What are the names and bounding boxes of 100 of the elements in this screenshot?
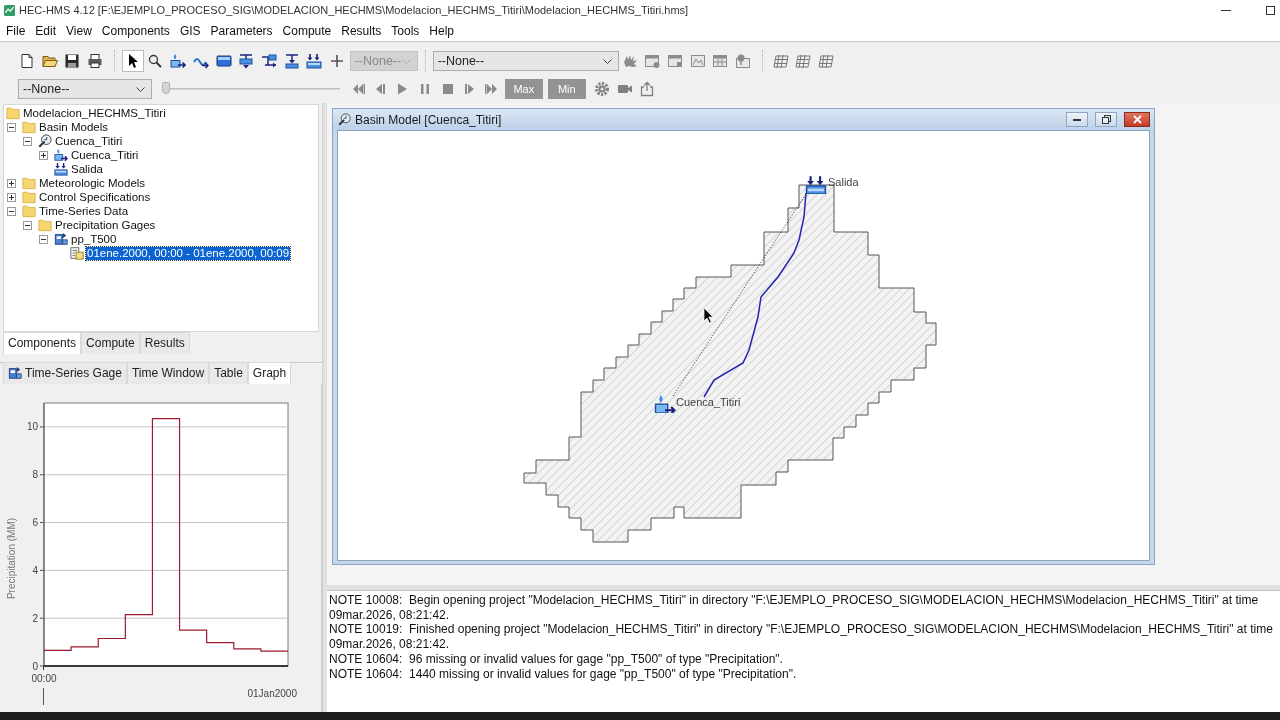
maximize-button[interactable] [1095, 112, 1117, 127]
close-icon [1132, 115, 1142, 124]
zoom-icon [147, 53, 164, 69]
log-message: NOTE 10604: 96 missing or invalid values for gage "pp_T500" of type "Precipitation". [329, 651, 784, 667]
tree-item[interactable]: Modelacion_HECHMS_Titiri [22, 106, 167, 120]
axis-tick-label: 8 [32, 469, 38, 481]
gage-icon [8, 366, 22, 380]
axis-label: 01Jan2000 [247, 688, 297, 699]
settings-icon [593, 81, 610, 97]
folder-icon [22, 120, 36, 134]
subbasin-icon [170, 53, 187, 69]
menu-item[interactable]: Help [424, 21, 459, 41]
tab[interactable]: Graph [247, 362, 292, 384]
log-message: NOTE 10604: 1440 missing or invalid values for gage "pp_T500" of type "Precipitation". [329, 666, 798, 682]
axis-tick-label: 10 [26, 421, 38, 433]
tab[interactable]: Time Window [126, 362, 210, 384]
time-dropdown[interactable]: --None-- [18, 79, 152, 99]
select-tool-button[interactable] [121, 50, 144, 72]
menu-item[interactable]: File [1, 21, 31, 41]
chevron-down-icon [602, 58, 612, 64]
folder-icon [22, 204, 36, 218]
collapse-icon[interactable] [23, 136, 32, 146]
expand-icon[interactable] [7, 192, 16, 202]
tab[interactable]: Components [3, 332, 82, 354]
save-icon [64, 53, 81, 69]
tab[interactable]: Compute [81, 332, 140, 354]
window-icon [644, 53, 661, 69]
table-icon [712, 53, 729, 69]
menu-item[interactable]: GIS [174, 21, 206, 41]
menu-item[interactable]: View [61, 21, 97, 41]
collapse-icon[interactable] [7, 122, 16, 132]
folder-icon [22, 176, 36, 190]
tree-item[interactable]: Cuenca_Titiri [70, 148, 140, 162]
splash-icon [621, 53, 638, 69]
source-icon [283, 53, 300, 69]
tab[interactable]: Time-Series Gage [3, 362, 127, 384]
junction-icon [238, 53, 255, 69]
tab[interactable]: Results [139, 332, 190, 354]
date-tick [43, 687, 44, 706]
minimize-button[interactable] [1066, 112, 1088, 127]
expand-icon[interactable] [7, 178, 16, 188]
magnifier-icon [38, 134, 52, 148]
window-title: HEC-HMS 4.12 [F:\EJEMPLO_PROCESO_SIG\MODELACION_HECHMS\Modelacion_HECHMS_Titiri\Modelacion_HECHMS_Titiri.hms] [19, 3, 689, 19]
cursor-icon [703, 307, 714, 324]
tree-item[interactable]: Cuenca_Titiri [54, 134, 124, 148]
grid-icon [772, 53, 789, 69]
folder-icon [22, 190, 36, 204]
axis-tick-label: 2 [32, 612, 38, 624]
subbasin-icon [655, 395, 675, 414]
tree-item[interactable]: Time-Series Data [38, 204, 130, 218]
open-folder-icon [41, 53, 58, 69]
sink-icon [54, 162, 68, 176]
pin-icon [735, 53, 752, 69]
menu-item[interactable]: Compute [277, 21, 337, 41]
time-series-icon [70, 246, 84, 260]
subbasin-icon [54, 148, 68, 162]
export-icon [639, 81, 656, 97]
menu-item[interactable]: Results [336, 21, 387, 41]
grid-icon [818, 53, 835, 69]
chevron-down-icon [136, 86, 145, 92]
grid-icon [795, 53, 812, 69]
axis-tick-label: 00:00 [31, 673, 57, 684]
chevron-down-icon [401, 58, 411, 64]
maximize-icon [1265, 6, 1275, 15]
close-button[interactable] [1124, 112, 1150, 127]
menu-item[interactable]: Edit [30, 21, 62, 41]
collapse-icon[interactable] [23, 220, 32, 230]
tree-item[interactable]: Salida [70, 162, 104, 176]
tree-item[interactable]: Basin Models [38, 120, 110, 134]
menu-item[interactable]: Parameters [205, 21, 278, 41]
map-layer-dropdown[interactable]: --None-- [432, 51, 619, 71]
sink-icon [806, 176, 826, 194]
menu-item[interactable]: Components [96, 21, 175, 41]
magnifier-icon [338, 113, 351, 126]
slider-thumb[interactable] [162, 82, 170, 94]
tree-item[interactable]: Meteorologic Models [38, 176, 147, 190]
collapse-icon[interactable] [7, 206, 16, 216]
tree-item[interactable]: Control Specifications [38, 190, 152, 204]
minimize-icon [1221, 10, 1231, 11]
expand-icon[interactable] [39, 150, 48, 160]
axis-tick-label: 4 [32, 564, 38, 576]
collapse-icon[interactable] [39, 234, 48, 244]
axis-label: Precipitation (MM) [6, 517, 17, 600]
chart-icon [689, 53, 706, 69]
window-icon [667, 53, 683, 69]
timeline-slider[interactable] [162, 82, 340, 96]
menu-item[interactable]: Tools [386, 21, 425, 41]
diversion-icon [260, 53, 277, 69]
sink-icon [306, 53, 323, 69]
tree-item[interactable]: Precipitation Gages [54, 218, 157, 232]
element-label: Salida [828, 176, 859, 188]
tree-item[interactable]: 01ene.2000, 00:00 - 01ene.2000, 00:09 [86, 246, 291, 260]
tab[interactable]: Table [209, 362, 248, 384]
tree-item[interactable]: pp_T500 [70, 232, 118, 246]
print-icon [87, 53, 104, 69]
gage-icon [54, 232, 68, 246]
minimize-icon [1073, 118, 1081, 121]
app-icon [4, 5, 15, 16]
restore-icon [1101, 115, 1111, 124]
element-label: Cuenca_Titiri [676, 396, 741, 408]
